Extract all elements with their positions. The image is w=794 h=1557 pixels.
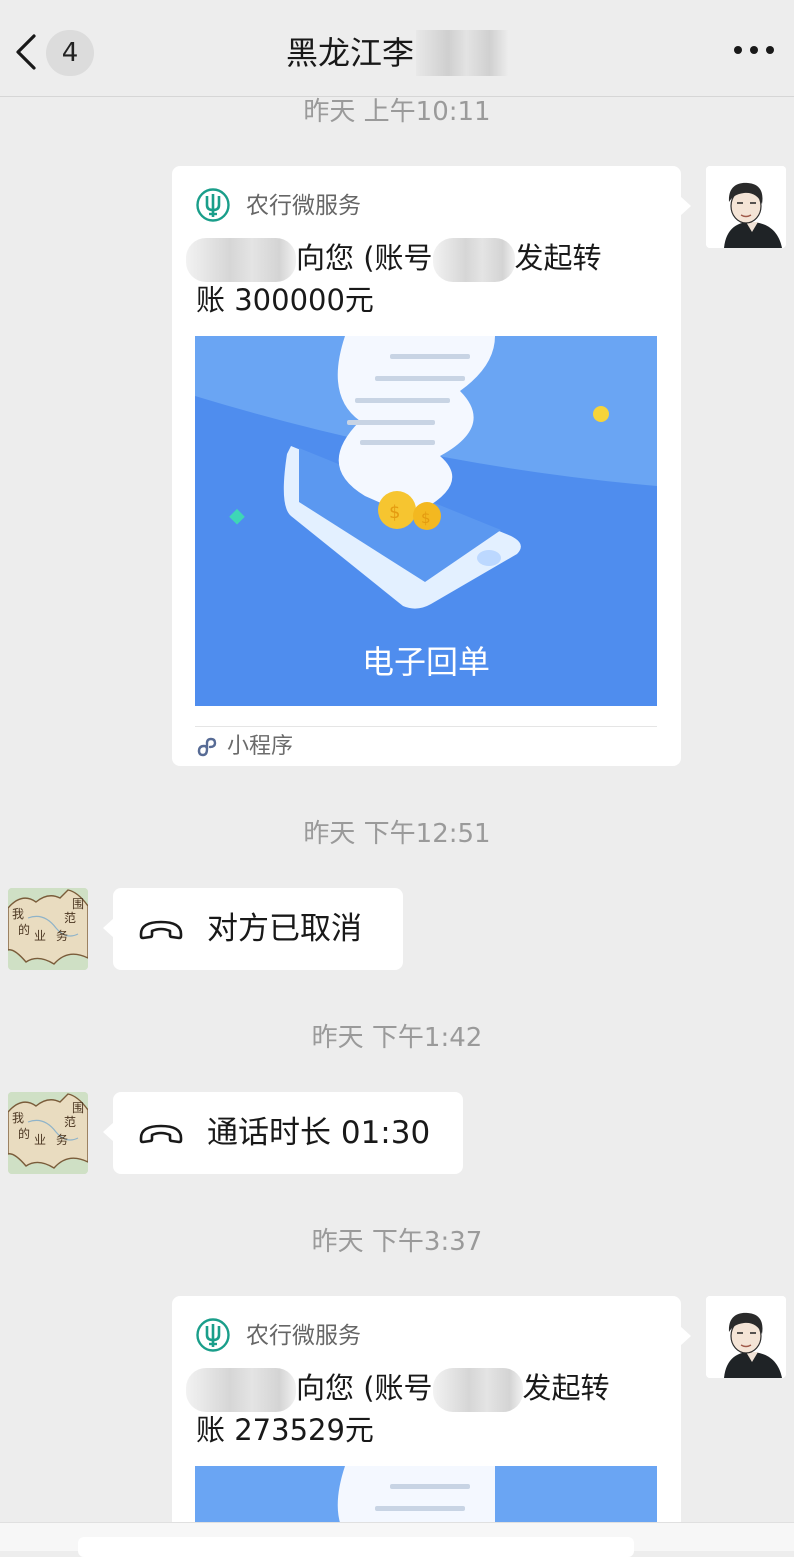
timestamp: 昨天 下午1:42 bbox=[311, 1023, 483, 1053]
transfer-amount-text: 账 273529元 bbox=[196, 1413, 374, 1447]
receipt-caption: 电子回单 bbox=[361, 643, 490, 681]
svg-text:业: 业 bbox=[34, 1133, 46, 1147]
redacted-sender bbox=[186, 238, 296, 282]
map-avatar-image: 我 的 业 务 范 围 bbox=[8, 1092, 88, 1174]
svg-text:的: 的 bbox=[18, 922, 30, 937]
transfer-card[interactable]: 农行微服务 向您 (账号 发起转 账 273529元 bbox=[172, 1296, 691, 1536]
timestamp: 昨天 上午10:11 bbox=[303, 97, 491, 127]
call-record-bubble[interactable]: 通话时长 01:30 bbox=[103, 1092, 463, 1174]
receipt-image: $ $ 电子回单 bbox=[195, 336, 657, 706]
transfer-card[interactable]: 农行微服务 向您 (账号 发起转 账 300000元 $ $ 电子回单 小程序 bbox=[172, 166, 691, 766]
card-description: 向您 (账号 发起转 账 300000元 bbox=[186, 238, 666, 319]
timestamp: 昨天 下午12:51 bbox=[303, 819, 491, 849]
chat-header: 4 黑龙江李 bbox=[0, 0, 794, 97]
card-app-name: 农行微服务 bbox=[246, 1323, 361, 1349]
svg-text:我: 我 bbox=[12, 907, 24, 921]
abc-bank-logo-icon bbox=[196, 1318, 230, 1352]
call-status-text: 对方已取消 bbox=[207, 911, 362, 947]
more-options-button[interactable] bbox=[734, 46, 774, 58]
chat-title: 黑龙江李 bbox=[0, 30, 794, 76]
svg-text:的: 的 bbox=[18, 1126, 30, 1141]
peer-avatar[interactable]: 我 的 业 务 范 围 bbox=[8, 888, 88, 970]
svg-text:$: $ bbox=[421, 509, 431, 527]
phone-hangup-icon bbox=[139, 1124, 183, 1144]
peer-avatar[interactable]: 我 的 业 务 范 围 bbox=[8, 1092, 88, 1174]
mini-program-label: 小程序 bbox=[227, 734, 294, 759]
transfer-amount-text: 账 300000元 bbox=[196, 283, 374, 317]
call-record-bubble[interactable]: 对方已取消 bbox=[103, 888, 403, 970]
redacted-account bbox=[432, 1368, 523, 1412]
svg-text:围: 围 bbox=[72, 1101, 84, 1115]
svg-text:务: 务 bbox=[56, 928, 68, 943]
message-input[interactable] bbox=[78, 1537, 634, 1557]
redacted-sender bbox=[186, 1368, 296, 1412]
svg-text:$: $ bbox=[389, 502, 400, 523]
map-avatar-image: 我 的 业 务 范 围 bbox=[8, 888, 88, 970]
card-description: 向您 (账号 发起转 账 273529元 bbox=[186, 1368, 666, 1449]
svg-text:范: 范 bbox=[64, 1115, 76, 1129]
my-avatar[interactable] bbox=[706, 1296, 786, 1378]
abc-bank-logo-icon bbox=[196, 188, 230, 222]
redacted-name bbox=[416, 30, 508, 76]
my-avatar[interactable] bbox=[706, 166, 786, 248]
chat-title-text: 黑龙江李 bbox=[285, 34, 414, 72]
svg-text:业: 业 bbox=[34, 929, 46, 943]
mini-program-icon bbox=[197, 737, 217, 757]
input-toolbar bbox=[0, 1522, 794, 1557]
svg-text:我: 我 bbox=[12, 1111, 24, 1125]
card-app-name: 农行微服务 bbox=[246, 193, 361, 219]
svg-text:范: 范 bbox=[64, 911, 76, 925]
avatar-illustration bbox=[706, 166, 786, 248]
avatar-illustration bbox=[706, 1296, 786, 1378]
timestamp: 昨天 下午3:37 bbox=[311, 1227, 483, 1257]
svg-text:务: 务 bbox=[56, 1132, 68, 1147]
call-duration-text: 通话时长 01:30 bbox=[207, 1115, 431, 1151]
phone-hangup-icon bbox=[139, 920, 183, 940]
redacted-account bbox=[432, 238, 515, 282]
svg-text:围: 围 bbox=[72, 897, 84, 911]
